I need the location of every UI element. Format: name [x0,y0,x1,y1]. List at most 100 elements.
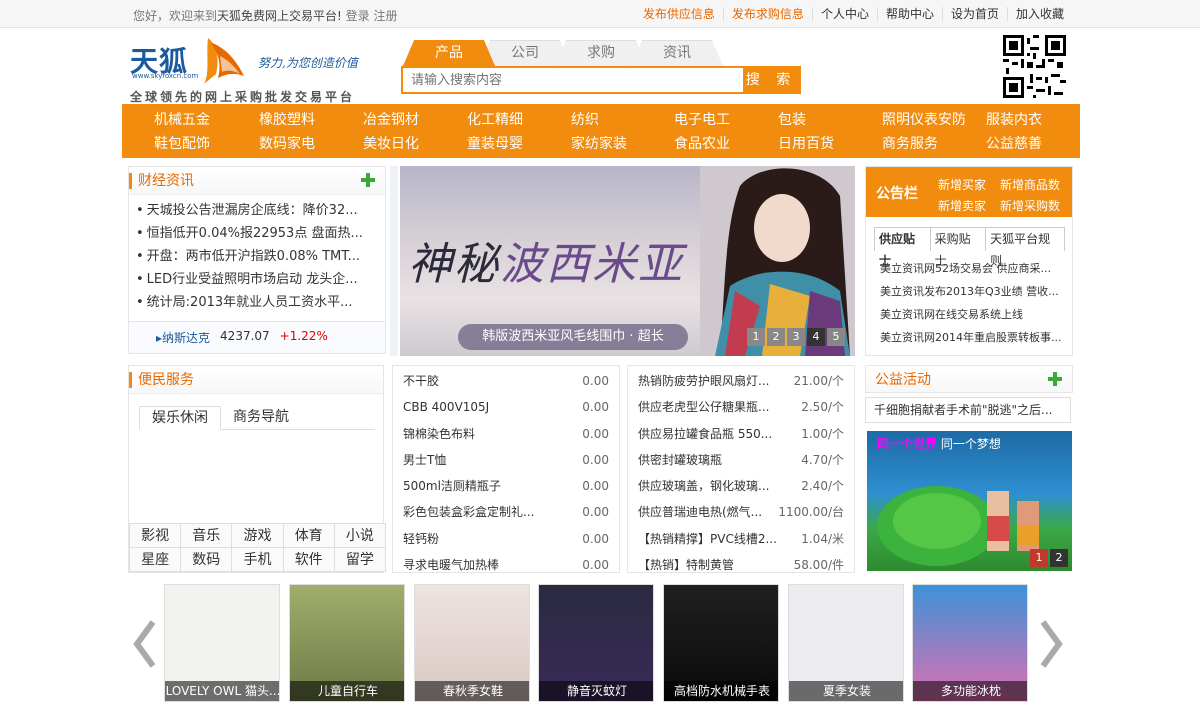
news-item[interactable]: 统计局:2013年就业人员工资水平... [136,291,385,314]
product-row[interactable]: 热销防疲劳护眼风扇灯... 21.00/个 [638,368,844,394]
category-item[interactable]: 纺织 [571,109,599,129]
notice-item[interactable]: 美立资讯网52场交易会 供应商采... [880,257,1066,280]
personal-center-link[interactable]: 个人中心 [811,7,877,21]
plus-icon[interactable] [1048,372,1062,386]
tab-business-nav[interactable]: 商务导航 [221,406,301,430]
notice-item[interactable]: 美立资讯网2014年重启股票转板事... [880,326,1066,349]
product-thumb[interactable]: 多功能冰枕 [912,584,1028,702]
service-link[interactable]: 小说 [333,523,386,548]
banner-page[interactable]: 1 [747,328,765,346]
banner-page-active[interactable]: 4 [807,328,825,346]
post-purchase-link[interactable]: 发布求购信息 [722,7,812,21]
login-link[interactable]: 登录 [346,9,370,23]
product-thumb[interactable]: 夏季女装 [788,584,904,702]
add-favorite-link[interactable]: 加入收藏 [1006,7,1072,21]
ticker-scrollbar[interactable] [390,166,398,356]
product-thumb[interactable]: LOVELY OWL 猫头... [164,584,280,702]
product-row[interactable]: 供应普瑞迪电热(燃气... 1100.00/台 [638,499,844,525]
news-item[interactable]: 开盘：两市低开沪指跌0.08% TMT... [136,245,385,268]
product-row[interactable]: 锦棉染色布料 0.00 [403,421,609,447]
site-logo[interactable]: 天狐 www.skyfoxcn.com 努力,为您创造价值 全球领先的网上采购批… [128,34,368,104]
tab-purchase-tips[interactable]: 采购贴士 [929,227,987,268]
category-item[interactable]: 童装母婴 [467,133,523,153]
category-item[interactable]: 商务服务 [882,133,938,153]
service-link[interactable]: 留学 [333,547,386,572]
new-products-link[interactable]: 新增商品数 [1000,175,1062,196]
category-item[interactable]: 美妆日化 [363,133,419,153]
category-item[interactable]: 数码家电 [259,133,315,153]
news-item[interactable]: 恒指低开0.04%报22953点 盘面热... [136,222,385,245]
product-row[interactable]: 不干胶 0.00 [403,368,609,394]
category-item[interactable]: 公益慈善 [986,133,1042,153]
product-price: 1100.00/台 [778,505,844,520]
plus-icon[interactable] [361,173,375,187]
product-thumb[interactable]: 静音灭蚊灯 [538,584,654,702]
banner-page[interactable]: 5 [827,328,845,346]
service-link[interactable]: 体育 [282,523,335,548]
product-row[interactable]: 供密封罐玻璃瓶 4.70/个 [638,447,844,473]
welfare-page[interactable]: 2 [1050,549,1068,567]
category-item[interactable]: 化工精细 [467,109,523,129]
category-item[interactable]: 机械五金 [154,109,210,129]
product-row[interactable]: CBB 400V105J 0.00 [403,394,609,420]
product-thumb[interactable]: 儿童自行车 [289,584,405,702]
service-link[interactable]: 手机 [231,547,284,572]
product-row[interactable]: 男士T恤 0.00 [403,447,609,473]
product-row[interactable]: 【热销精撑】PVC线槽2... 1.04/米 [638,526,844,552]
category-item[interactable]: 橡胶塑料 [259,109,315,129]
post-supply-link[interactable]: 发布供应信息 [635,7,723,21]
service-link[interactable]: 软件 [282,547,335,572]
news-item[interactable]: LED行业受益照明市场启动 龙头企... [136,268,385,291]
register-link[interactable]: 注册 [374,9,398,23]
search-input[interactable] [403,68,743,92]
notice-item[interactable]: 美立资讯网在线交易系统上线 [880,303,1066,326]
product-row[interactable]: 【热销】特制黄管 58.00/件 [638,552,844,578]
main-banner[interactable]: 神秘波西米亚 韩版波西米亚风毛线围巾 · 超长 1 2 3 4 5 [400,166,855,356]
service-link[interactable]: 影视 [129,523,182,548]
service-link[interactable]: 数码 [180,547,233,572]
set-homepage-link[interactable]: 设为首页 [941,7,1007,21]
category-item[interactable]: 日用百货 [778,133,834,153]
search-button[interactable]: 搜 索 [743,68,799,92]
product-row[interactable]: 500ml洁厕精瓶子 0.00 [403,473,609,499]
category-item[interactable]: 冶金钢材 [363,109,419,129]
help-center-link[interactable]: 帮助中心 [876,7,942,21]
tab-supply-tips[interactable]: 供应贴士 [874,227,931,268]
category-item[interactable]: 食品农业 [674,133,730,153]
product-row[interactable]: 轻钙粉 0.00 [403,526,609,552]
tab-entertainment[interactable]: 娱乐休闲 [139,406,221,430]
product-thumb[interactable]: 高档防水机械手表 [663,584,779,702]
product-thumb[interactable]: 春秋季女鞋 [414,584,530,702]
welfare-item[interactable]: 千细胞捐献者手术前"脱逃"之后... [865,397,1071,423]
service-link[interactable]: 音乐 [180,523,233,548]
category-item[interactable]: 服装内衣 [986,109,1042,129]
tab-platform-rules[interactable]: 天狐平台规则 [985,227,1066,268]
welfare-banner[interactable]: 同一个世界 同一个梦想 1 2 [867,431,1072,571]
product-row[interactable]: 寻求电暖气加热棒 0.00 [403,552,609,578]
category-item[interactable]: 电子电工 [674,109,730,129]
welfare-page-active[interactable]: 1 [1030,549,1048,567]
product-row[interactable]: 彩色包装盒彩盒定制礼... 0.00 [403,499,609,525]
product-row[interactable]: 供应玻璃盖，钢化玻璃... 2.40/个 [638,473,844,499]
notice-header: 公告栏 新增买家 新增商品数 新增卖家 新增采购数 [866,167,1072,217]
category-item[interactable]: 鞋包配饰 [154,133,210,153]
news-item[interactable]: 天城投公告泄漏房企底线：降价32... [136,199,385,222]
product-row[interactable]: 供应易拉罐食品瓶 550... 1.00/个 [638,421,844,447]
banner-page[interactable]: 3 [787,328,805,346]
service-link[interactable]: 游戏 [231,523,284,548]
banner-page[interactable]: 2 [767,328,785,346]
chevron-right-icon[interactable] [1039,620,1065,668]
category-item[interactable]: 照明仪表安防 [882,109,966,129]
service-link[interactable]: 星座 [129,547,182,572]
new-buyers-link[interactable]: 新增买家 [938,175,1000,196]
notice-item[interactable]: 美立资讯发布2013年Q3业绩 营收... [880,280,1066,303]
new-sellers-link[interactable]: 新增卖家 [938,196,1000,217]
category-item[interactable]: 包装 [778,109,806,129]
category-item[interactable]: 家纺家装 [571,133,627,153]
new-purchases-link[interactable]: 新增采购数 [1000,196,1062,217]
chevron-left-icon[interactable] [131,620,157,668]
search-tab-product[interactable]: 产品 [403,40,495,66]
search-tab-news[interactable]: 资讯 [631,40,723,66]
product-row[interactable]: 供应老虎型公仔糖果瓶... 2.50/个 [638,394,844,420]
index-row[interactable]: ▸纳斯达克 [156,329,210,346]
